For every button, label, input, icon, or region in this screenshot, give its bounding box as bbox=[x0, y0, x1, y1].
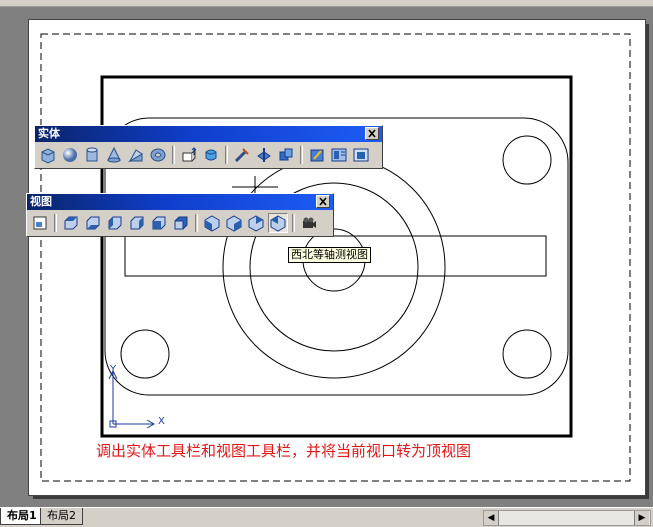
nw-iso-icon[interactable] bbox=[268, 213, 288, 233]
toolbar-separator bbox=[195, 214, 198, 232]
right-view-icon[interactable] bbox=[127, 213, 147, 233]
tooltip: 西北等轴测视图 bbox=[288, 247, 371, 263]
view-toolbar-close-button[interactable] bbox=[316, 195, 330, 208]
front-view-icon[interactable] bbox=[149, 213, 169, 233]
scroll-left-icon[interactable]: ◀ bbox=[484, 511, 499, 525]
cylinder-icon[interactable] bbox=[82, 145, 102, 165]
view-toolbar-title[interactable]: 视图 bbox=[27, 194, 333, 210]
revolve-icon[interactable] bbox=[201, 145, 221, 165]
layout-tab-bar: 布局1 布局2 ◀ ▶ bbox=[0, 507, 653, 527]
section-icon[interactable] bbox=[254, 145, 274, 165]
outer-boss-circle bbox=[222, 155, 446, 379]
close-icon bbox=[368, 129, 376, 138]
hole-top-right bbox=[502, 135, 552, 185]
torus-icon[interactable] bbox=[148, 145, 168, 165]
tab-layout2[interactable]: 布局2 bbox=[40, 508, 83, 525]
toolbar-separator bbox=[300, 146, 303, 164]
horizontal-scrollbar[interactable]: ◀ ▶ bbox=[483, 510, 651, 526]
scroll-right-icon[interactable]: ▶ bbox=[634, 511, 649, 525]
wedge-icon[interactable] bbox=[126, 145, 146, 165]
back-view-icon[interactable] bbox=[171, 213, 191, 233]
setup-profile-icon[interactable] bbox=[351, 145, 371, 165]
camera-icon[interactable] bbox=[299, 213, 319, 233]
se-iso-icon[interactable] bbox=[224, 213, 244, 233]
slice-icon[interactable] bbox=[232, 145, 252, 165]
cone-icon[interactable] bbox=[104, 145, 124, 165]
ne-iso-icon[interactable] bbox=[246, 213, 266, 233]
tab-layout1[interactable]: 布局1 bbox=[0, 508, 44, 525]
sphere-icon[interactable] bbox=[60, 145, 80, 165]
top-view-icon[interactable] bbox=[61, 213, 81, 233]
view-toolbar[interactable]: 视图 bbox=[26, 193, 334, 237]
instruction-caption: 调出实体工具栏和视图工具栏，并将当前视口转为顶视图 bbox=[96, 442, 472, 460]
setup-drawing-icon[interactable] bbox=[307, 145, 327, 165]
close-icon bbox=[319, 197, 327, 206]
solids-toolbar-title[interactable]: 实体 bbox=[35, 126, 382, 142]
solids-toolbar-close-button[interactable] bbox=[365, 127, 379, 140]
interfere-icon[interactable] bbox=[276, 145, 296, 165]
ucs-y-label: Y bbox=[110, 364, 117, 375]
toolbar-separator bbox=[54, 214, 57, 232]
toolbar-separator bbox=[172, 146, 175, 164]
extrude-icon[interactable] bbox=[179, 145, 199, 165]
named-views-icon[interactable] bbox=[30, 213, 50, 233]
toolbar-separator bbox=[225, 146, 228, 164]
view-toolbar-title-text: 视图 bbox=[30, 195, 52, 208]
hole-bottom-right bbox=[502, 329, 552, 379]
box-icon[interactable] bbox=[38, 145, 58, 165]
hole-bottom-left bbox=[120, 329, 170, 379]
toolbar-separator bbox=[292, 214, 295, 232]
solids-toolbar-title-text: 实体 bbox=[38, 127, 60, 140]
sw-iso-icon[interactable] bbox=[202, 213, 222, 233]
ucs-x-label: X bbox=[158, 416, 165, 427]
left-view-icon[interactable] bbox=[105, 213, 125, 233]
solids-toolbar[interactable]: 实体 bbox=[34, 125, 383, 169]
setup-view-icon[interactable] bbox=[329, 145, 349, 165]
bottom-view-icon[interactable] bbox=[83, 213, 103, 233]
